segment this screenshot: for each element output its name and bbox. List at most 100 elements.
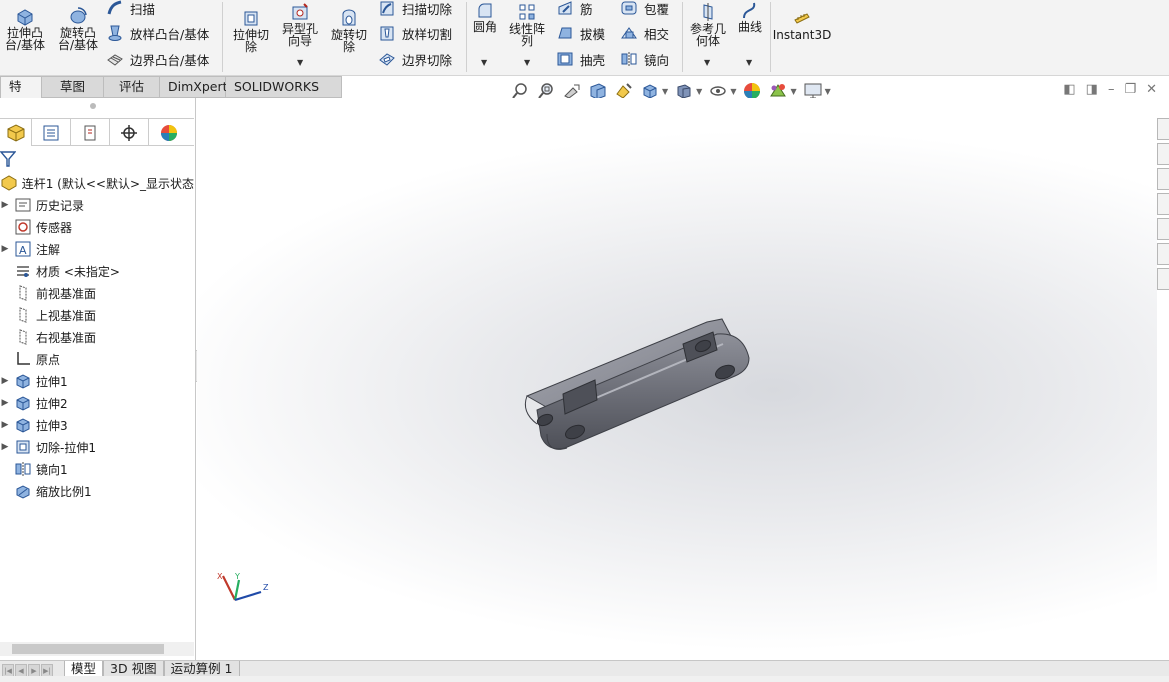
intersect-button[interactable]: 相交 bbox=[620, 22, 669, 44]
chevron-down-icon[interactable]: ▼ bbox=[696, 87, 702, 96]
shell-label: 抽壳 bbox=[580, 52, 606, 68]
tab-motion-study[interactable]: 运动算例 1 bbox=[163, 661, 240, 677]
sweep-icon bbox=[107, 0, 122, 15]
tree-item[interactable]: 上视基准面 bbox=[0, 304, 194, 326]
hole-wizard-button[interactable]: 异型孔 向导 bbox=[278, 2, 322, 47]
dimxpert-manager-tab[interactable] bbox=[110, 119, 149, 146]
linear-pattern-dropdown[interactable]: ▼ bbox=[524, 58, 530, 67]
material-icon bbox=[14, 262, 32, 280]
hole-wizard-dropdown[interactable]: ▼ bbox=[297, 58, 303, 67]
tab-sketch[interactable]: 草图 bbox=[42, 76, 104, 98]
tab-solidworks-addins[interactable]: SOLIDWORKS 插件 bbox=[226, 76, 342, 114]
restore-icon[interactable]: ❐ bbox=[1124, 82, 1136, 97]
property-manager-tab[interactable] bbox=[32, 119, 71, 146]
tree-item[interactable]: ▶ 拉伸1 bbox=[0, 370, 194, 392]
tree-item[interactable]: ▶ A 注解 bbox=[0, 238, 194, 260]
sweep-button[interactable]: 扫描 bbox=[106, 0, 155, 19]
tab-features[interactable]: 特征 bbox=[0, 76, 42, 114]
linear-pattern-button[interactable]: 线性阵 列 bbox=[505, 2, 549, 47]
close-icon[interactable]: ✕ bbox=[1146, 82, 1157, 97]
tree-item-label: 前视基准面 bbox=[36, 286, 97, 301]
tree-item[interactable]: ▶ 拉伸3 bbox=[0, 414, 194, 436]
panel-splitter-handle[interactable] bbox=[90, 103, 96, 109]
expand-arrow-icon[interactable]: ▶ bbox=[0, 244, 10, 254]
reference-geometry-button[interactable]: 参考几 何体 bbox=[686, 2, 730, 47]
view-palette-tab[interactable] bbox=[1157, 193, 1169, 215]
tab-evaluate[interactable]: 评估 bbox=[104, 76, 160, 98]
fillet-button[interactable]: 圆角 bbox=[470, 0, 500, 33]
file-explorer-tab[interactable] bbox=[1157, 168, 1169, 190]
tree-item[interactable]: 材质 <未指定> bbox=[0, 260, 194, 282]
appearances-tab[interactable] bbox=[1157, 218, 1169, 240]
mirror-button[interactable]: 镜向 bbox=[620, 48, 669, 70]
chevron-down-icon[interactable]: ▼ bbox=[730, 87, 736, 96]
reference-triad[interactable]: X Y Z bbox=[213, 570, 273, 610]
tree-item[interactable]: ▶ 切除-拉伸1 bbox=[0, 436, 194, 458]
intersect-label: 相交 bbox=[644, 26, 670, 42]
origin-icon bbox=[14, 350, 32, 368]
expand-arrow-icon[interactable]: ▶ bbox=[0, 376, 10, 386]
extrude-icon bbox=[14, 416, 32, 434]
tree-item[interactable]: 镜向1 bbox=[0, 458, 194, 480]
loft-boss-button[interactable]: 放样凸台/基体 bbox=[106, 22, 209, 44]
tab-3d-views[interactable]: 3D 视图 bbox=[103, 661, 164, 677]
expand-arrow-icon[interactable]: ▶ bbox=[0, 420, 10, 430]
curves-button[interactable]: 曲线 bbox=[735, 0, 765, 33]
tree-item[interactable]: 原点 bbox=[0, 348, 194, 370]
curves-dropdown[interactable]: ▼ bbox=[746, 58, 752, 67]
command-manager-ribbon: 拉伸凸 台/基体 旋转凸 台/基体 扫描 放样凸台/基体 边界凸台/基体 拉伸切… bbox=[0, 0, 1169, 76]
forum-tab[interactable] bbox=[1157, 268, 1169, 290]
shell-button[interactable]: 抽壳 bbox=[556, 48, 605, 70]
extrude-boss-button[interactable]: 拉伸凸 台/基体 bbox=[2, 6, 48, 51]
panel-tabs bbox=[0, 118, 194, 146]
chevron-down-icon[interactable]: ▼ bbox=[825, 87, 831, 96]
extrude-icon bbox=[14, 394, 32, 412]
reference-geometry-dropdown[interactable]: ▼ bbox=[704, 58, 710, 67]
draft-button[interactable]: 拔模 bbox=[556, 22, 605, 44]
revolve-cut-button[interactable]: 旋转切 除 bbox=[326, 8, 372, 53]
instant3d-button[interactable]: Instant3D bbox=[773, 8, 831, 41]
rib-button[interactable]: 筋 bbox=[556, 0, 593, 19]
fillet-label: 圆角 bbox=[472, 20, 497, 34]
tile-right-icon[interactable]: ◨ bbox=[1086, 82, 1098, 97]
minimize-icon[interactable]: – bbox=[1108, 82, 1115, 97]
wrap-button[interactable]: 包覆 bbox=[620, 0, 669, 19]
tree-item-label: 切除-拉伸1 bbox=[36, 440, 96, 455]
swept-cut-button[interactable]: 扫描切除 bbox=[378, 0, 452, 19]
tree-item[interactable]: 缩放比例1 bbox=[0, 480, 194, 502]
display-manager-tab[interactable] bbox=[149, 119, 188, 146]
expand-arrow-icon[interactable]: ▶ bbox=[0, 200, 10, 210]
tree-filter[interactable] bbox=[0, 148, 194, 170]
svg-text:A: A bbox=[19, 244, 27, 257]
extrude-cut-button[interactable]: 拉伸切 除 bbox=[228, 8, 274, 53]
tree-item[interactable]: ▶ 历史记录 bbox=[0, 194, 194, 216]
tree-item[interactable]: 传感器 bbox=[0, 216, 194, 238]
tile-left-icon[interactable]: ◧ bbox=[1063, 82, 1075, 97]
boundary-boss-button[interactable]: 边界凸台/基体 bbox=[106, 48, 209, 70]
tree-item-label: 缩放比例1 bbox=[36, 484, 92, 499]
scrollbar-thumb[interactable] bbox=[12, 644, 164, 654]
custom-properties-tab[interactable] bbox=[1157, 243, 1169, 265]
tree-item[interactable]: ▶ 拉伸2 bbox=[0, 392, 194, 414]
lofted-cut-button[interactable]: 放样切割 bbox=[378, 22, 452, 44]
solidworks-resources-tab[interactable] bbox=[1157, 118, 1169, 140]
revolve-cut-icon bbox=[342, 9, 356, 26]
horizontal-scrollbar[interactable] bbox=[0, 642, 194, 656]
expand-arrow-icon[interactable]: ▶ bbox=[0, 442, 10, 452]
configuration-manager-tab[interactable] bbox=[71, 119, 110, 146]
tab-model[interactable]: 模型 bbox=[64, 661, 104, 677]
design-library-tab[interactable] bbox=[1157, 143, 1169, 165]
tab-dimxpert[interactable]: DimXpert bbox=[160, 76, 228, 98]
tree-root-part[interactable]: 连杆1 (默认<<默认>_显示状态 bbox=[0, 172, 194, 194]
connecting-rod-model[interactable] bbox=[517, 314, 757, 464]
chevron-down-icon[interactable]: ▼ bbox=[662, 87, 668, 96]
revolve-boss-button[interactable]: 旋转凸 台/基体 bbox=[54, 6, 102, 51]
tree-item[interactable]: 前视基准面 bbox=[0, 282, 194, 304]
chevron-down-icon[interactable]: ▼ bbox=[790, 87, 796, 96]
feature-manager-tab[interactable] bbox=[0, 119, 32, 146]
graphics-area[interactable]: X Y Z bbox=[197, 98, 1157, 660]
fillet-dropdown[interactable]: ▼ bbox=[481, 58, 487, 67]
tree-item[interactable]: 右视基准面 bbox=[0, 326, 194, 348]
boundary-cut-button[interactable]: 边界切除 bbox=[378, 48, 452, 70]
expand-arrow-icon[interactable]: ▶ bbox=[0, 398, 10, 408]
